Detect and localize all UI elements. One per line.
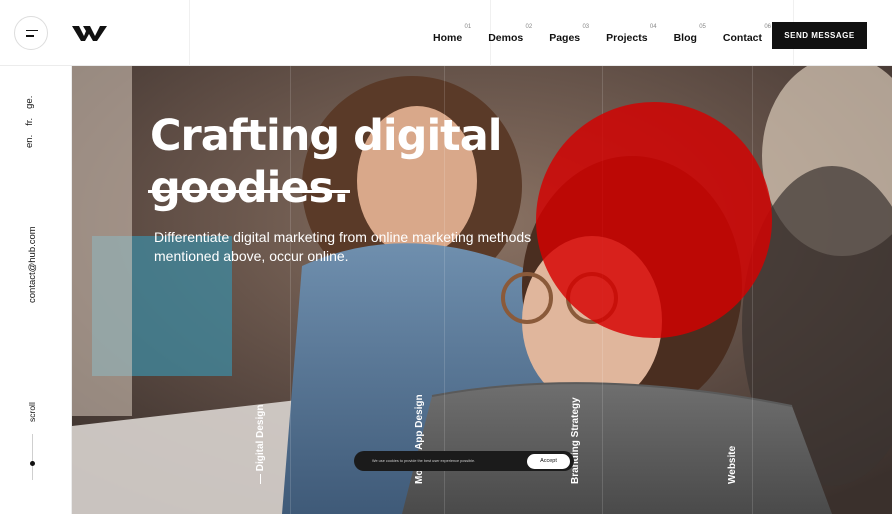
nav-label: Home [433,32,463,44]
contact-email-link[interactable]: contact@hub.com [27,226,38,303]
category-branding-strategy[interactable]: Branding Strategy [570,397,581,484]
nav-projects[interactable]: 04 Projects [593,0,660,66]
hero-title-line1: Crafting digital [150,111,502,161]
scroll-label: scroll [27,402,37,422]
cookie-text: We use cookies to provide the best user … [372,459,476,463]
accept-cookies-button[interactable]: Accept [527,453,570,469]
hero-title: Crafting digital goodies. [148,110,502,214]
lang-fr[interactable]: fr. [24,118,35,126]
nav-number: 02 [525,24,533,30]
left-sidebar: en. fr. ge. contact@hub.com scroll [0,66,72,514]
nav-number: 06 [764,24,771,30]
hero-title-line2-text: goodies. [150,163,349,213]
scroll-indicator [30,461,35,466]
language-switcher: en. fr. ge. [24,96,35,148]
hero-title-line2: goodies. [148,162,351,214]
nav-label: Contact [722,32,762,44]
send-message-button[interactable]: SEND MESSAGE [772,22,867,49]
strikethrough-line [148,190,351,193]
nav-home[interactable]: 01 Home [420,0,475,66]
site-header: 01 Home 02 Demos 03 Pages 04 Projects 05… [0,0,892,66]
category-website[interactable]: Website [727,446,738,484]
nav-label: Pages [549,32,581,44]
lang-ge[interactable]: ge. [24,96,35,109]
hero-section: Crafting digital goodies. Differentiate … [72,66,892,514]
nav-label: Projects [606,32,648,44]
nav-number: 05 [699,24,706,30]
nav-pages[interactable]: 03 Pages [536,0,593,66]
grid-line [752,66,753,514]
main-nav: 01 Home 02 Demos 03 Pages 04 Projects 05… [420,0,775,66]
scroll-line [32,434,33,480]
category-digital-design[interactable]: — Digital Design [255,405,266,484]
nav-number: 01 [464,24,472,30]
w-logo-icon[interactable] [72,24,108,42]
red-circle-accent [536,102,772,338]
lang-en[interactable]: en. [24,135,35,148]
nav-demos[interactable]: 02 Demos [475,0,536,66]
nav-blog[interactable]: 05 Blog [661,0,710,66]
nav-label: Demos [488,32,524,44]
hero-subtitle: Differentiate digital marketing from onl… [154,229,532,264]
nav-contact[interactable]: 06 Contact [710,0,775,66]
nav-number: 03 [582,24,590,30]
nav-label: Blog [673,32,697,44]
nav-number: 04 [649,24,657,30]
cookie-banner: We use cookies to provide the best user … [354,451,574,471]
hamburger-menu-icon[interactable] [14,16,48,50]
